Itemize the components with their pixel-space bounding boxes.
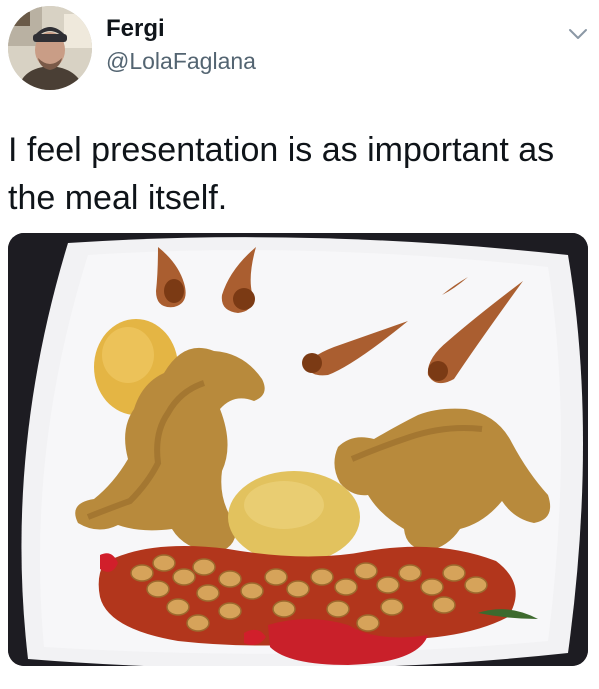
avatar-photo: [8, 6, 92, 90]
tweet-card: Fergi @LolaFaglana I feel presentation i…: [0, 0, 599, 689]
display-name[interactable]: Fergi: [106, 14, 165, 44]
user-handle[interactable]: @LolaFaglana: [106, 46, 256, 76]
tweet-photo[interactable]: [8, 233, 588, 666]
chevron-down-icon[interactable]: [566, 24, 590, 44]
food-plate-image: [8, 233, 588, 666]
avatar[interactable]: [8, 6, 92, 90]
tweet-text: I feel presentation is as important as t…: [8, 131, 555, 217]
